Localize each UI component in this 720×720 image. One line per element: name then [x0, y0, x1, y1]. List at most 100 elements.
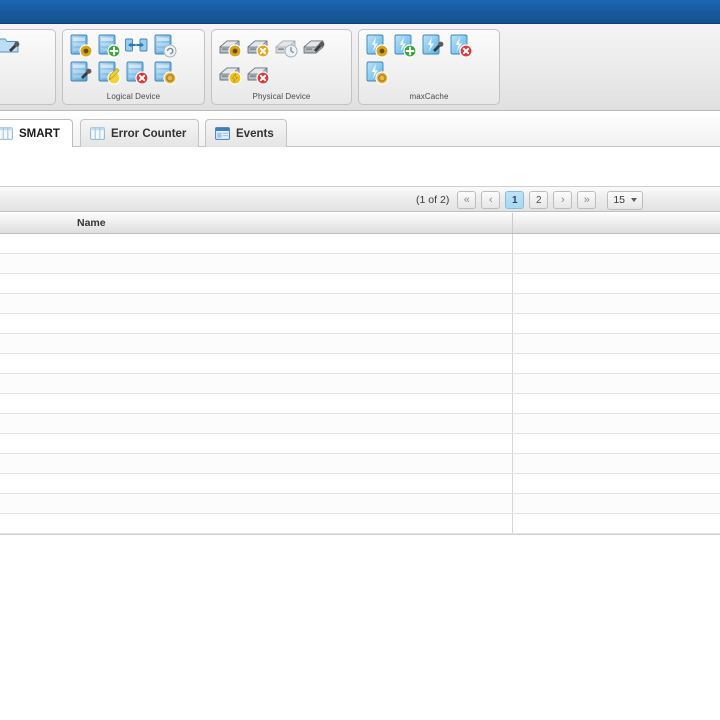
- cell-value: [513, 274, 720, 293]
- controller-wizard-icon[interactable]: [0, 33, 21, 58]
- cell-value: [513, 434, 720, 453]
- table-row[interactable]: [0, 334, 720, 354]
- table-row[interactable]: [0, 434, 720, 454]
- cell-name: [0, 454, 513, 473]
- table-row[interactable]: [0, 274, 720, 294]
- content-area: (1 of 2) « ‹ 1 2 › » 15 Name: [0, 147, 720, 720]
- maxcache-create-icon[interactable]: [392, 33, 417, 58]
- ribbon-group-controller-icons: [0, 33, 55, 58]
- page-count-label: (1 of 2): [416, 194, 450, 206]
- table-row[interactable]: [0, 474, 720, 494]
- ribbon-group-logical-device: Logical Device: [62, 29, 205, 105]
- page-size-select[interactable]: 15: [607, 190, 643, 210]
- cell-value: [513, 474, 720, 493]
- maxcache-tool-icon[interactable]: [420, 33, 445, 58]
- prev-page-button[interactable]: ‹: [481, 191, 501, 209]
- ribbon-toolbar: Logical Device Physical Device maxCache: [0, 24, 720, 111]
- ribbon-group-logical-device-icons: [63, 33, 204, 85]
- ribbon-group-physical-device: Physical Device: [211, 29, 352, 105]
- ribbon-group-maxcache: maxCache: [358, 29, 500, 105]
- column-header-value[interactable]: [513, 213, 720, 233]
- last-page-button[interactable]: »: [577, 191, 597, 209]
- table-row[interactable]: [0, 314, 720, 334]
- logical-device-modify-icon[interactable]: [96, 60, 121, 85]
- logical-device-properties-icon[interactable]: [68, 33, 93, 58]
- logical-device-create-icon[interactable]: [96, 33, 121, 58]
- physical-device-tool-icon[interactable]: [301, 33, 326, 58]
- tab-smart-label: SMART: [19, 127, 60, 140]
- table-row[interactable]: [0, 354, 720, 374]
- maxcache-pool-icon[interactable]: [364, 60, 389, 85]
- ribbon-group-physical-device-icons: [212, 33, 351, 85]
- table-row[interactable]: [0, 414, 720, 434]
- table-row[interactable]: [0, 454, 720, 474]
- first-page-button[interactable]: «: [457, 191, 477, 209]
- cell-value: [513, 394, 720, 413]
- table-row[interactable]: [0, 494, 720, 514]
- maxcache-delete-icon[interactable]: [448, 33, 473, 58]
- title-bar: [0, 0, 720, 24]
- cell-name: [0, 394, 513, 413]
- logical-device-delete-icon[interactable]: [124, 60, 149, 85]
- ribbon-group-controller: [0, 29, 56, 105]
- cell-value: [513, 254, 720, 273]
- grid-icon: [0, 127, 13, 140]
- page-button-1[interactable]: 1: [505, 191, 525, 209]
- logical-device-refresh-icon[interactable]: [152, 33, 177, 58]
- column-header-name[interactable]: Name: [0, 213, 513, 233]
- tab-error-counter-label: Error Counter: [111, 127, 187, 140]
- cell-value: [513, 494, 720, 513]
- ribbon-group-physical-device-label: Physical Device: [252, 92, 311, 101]
- cell-value: [513, 334, 720, 353]
- table-row[interactable]: [0, 374, 720, 394]
- logical-device-cache-icon[interactable]: [152, 60, 177, 85]
- window-icon: [215, 127, 230, 140]
- cell-name: [0, 334, 513, 353]
- logical-device-expand-icon[interactable]: [124, 33, 149, 58]
- maxcache-properties-icon[interactable]: [364, 33, 389, 58]
- table-row[interactable]: [0, 294, 720, 314]
- cell-value: [513, 454, 720, 473]
- cell-name: [0, 274, 513, 293]
- application-window: Logical Device Physical Device maxCache …: [0, 0, 720, 720]
- tab-events[interactable]: Events: [205, 119, 287, 147]
- page-button-2[interactable]: 2: [529, 191, 549, 209]
- table-row[interactable]: [0, 394, 720, 414]
- tab-events-label: Events: [236, 127, 274, 140]
- physical-device-remove-icon[interactable]: [245, 33, 270, 58]
- cell-name: [0, 514, 513, 533]
- cell-value: [513, 354, 720, 373]
- cell-value: [513, 514, 720, 533]
- cell-name: [0, 414, 513, 433]
- grid-footer-divider: [0, 534, 720, 535]
- cell-name: [0, 314, 513, 333]
- tab-strip: SMART Error Counter Events: [0, 117, 720, 147]
- cell-name: [0, 294, 513, 313]
- cell-value: [513, 414, 720, 433]
- ribbon-group-maxcache-label: maxCache: [409, 92, 449, 101]
- grid-icon: [90, 127, 105, 140]
- pagination-controls: (1 of 2) « ‹ 1 2 › » 15: [416, 187, 643, 213]
- cell-name: [0, 234, 513, 253]
- tab-error-counter[interactable]: Error Counter: [80, 119, 200, 147]
- pagination-toolbar: (1 of 2) « ‹ 1 2 › » 15: [0, 186, 720, 212]
- physical-device-clock-icon[interactable]: [273, 33, 298, 58]
- physical-device-delete-icon[interactable]: [245, 60, 270, 85]
- grid-body: [0, 234, 720, 534]
- table-row[interactable]: [0, 514, 720, 534]
- cell-name: [0, 494, 513, 513]
- cell-name: [0, 434, 513, 453]
- cell-name: [0, 354, 513, 373]
- physical-device-initialize-icon[interactable]: [217, 60, 242, 85]
- grid-header-row: Name: [0, 213, 720, 234]
- chevron-down-icon: [631, 198, 637, 202]
- ribbon-group-maxcache-icons: [359, 33, 499, 85]
- next-page-button[interactable]: ›: [553, 191, 573, 209]
- physical-device-settings-icon[interactable]: [217, 33, 242, 58]
- tab-smart[interactable]: SMART: [0, 119, 73, 147]
- cell-name: [0, 374, 513, 393]
- table-row[interactable]: [0, 254, 720, 274]
- smart-data-grid: Name: [0, 213, 720, 535]
- table-row[interactable]: [0, 234, 720, 254]
- logical-device-verify-icon[interactable]: [68, 60, 93, 85]
